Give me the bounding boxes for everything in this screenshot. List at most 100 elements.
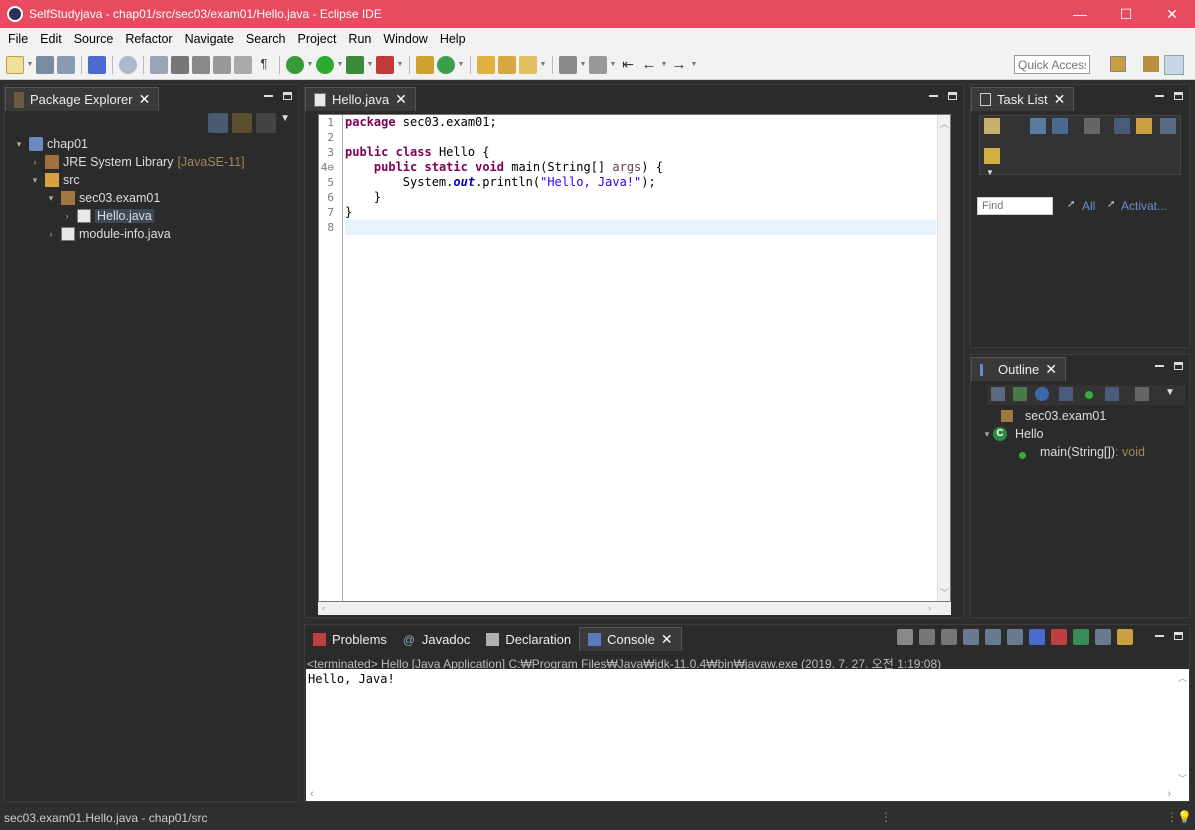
tree-item[interactable]: ▾ sec03.exam01 <box>5 189 298 207</box>
run-icon[interactable] <box>316 55 334 74</box>
chevron-right-icon[interactable]: › <box>61 211 73 221</box>
code-line[interactable] <box>345 220 936 235</box>
scheduled-icon[interactable] <box>1052 118 1068 134</box>
code-line[interactable]: } <box>345 205 936 220</box>
toggle-mark-icon[interactable] <box>150 55 168 74</box>
word-wrap-icon[interactable] <box>1007 629 1023 645</box>
tab-hello-java[interactable]: Hello.java ✕ <box>305 87 416 111</box>
tab-package-explorer[interactable]: Package Explorer ✕ <box>5 87 160 111</box>
open-type-icon[interactable] <box>477 55 495 74</box>
new-java-project-icon[interactable] <box>416 55 434 74</box>
external-tools-dropdown-icon[interactable]: ▼ <box>397 56 404 74</box>
maximize-view-icon[interactable] <box>1174 632 1183 640</box>
code-editor[interactable]: 1 2 3 4⊖ 5 6 7 8 package sec03.exam01; public cl… <box>318 114 951 602</box>
clear-console-icon[interactable] <box>963 629 979 645</box>
tab-outline[interactable]: Outline ✕ <box>971 357 1066 381</box>
focus-on-task-icon[interactable] <box>1135 387 1149 401</box>
tree-item[interactable]: › module-info.java <box>5 225 298 243</box>
minimize-view-icon[interactable] <box>929 95 938 97</box>
scroll-up-icon[interactable]: ︿ <box>1178 671 1187 684</box>
previous-annotation-dropdown-icon[interactable]: ▼ <box>610 56 617 74</box>
forward-dropdown-icon[interactable]: ▼ <box>691 56 698 74</box>
tab-problems[interactable]: Problems <box>305 627 395 651</box>
console-output-area[interactable]: Hello, Java! ︿ ﹀ ‹ › <box>306 669 1189 801</box>
view-menu-icon[interactable]: ▼ <box>1165 387 1175 398</box>
synchronize-icon[interactable] <box>1084 118 1100 134</box>
tree-item[interactable]: ▾ src <box>5 171 298 189</box>
outline-item[interactable]: ▾ C Hello <box>971 425 1189 443</box>
hide-completed-icon[interactable] <box>1114 118 1130 134</box>
code-line[interactable]: public static void main(String[] args) { <box>345 160 936 175</box>
collapse-all-icon[interactable] <box>991 387 1005 401</box>
block-selection-icon[interactable] <box>192 55 210 74</box>
back-dropdown-icon[interactable]: ▼ <box>661 56 668 74</box>
open-console-icon[interactable] <box>1117 629 1133 645</box>
lightbulb-icon[interactable]: 💡 <box>1177 810 1192 824</box>
scroll-up-icon[interactable]: ︿ <box>940 117 949 130</box>
debug-icon[interactable] <box>286 55 304 74</box>
save-icon[interactable] <box>36 55 54 74</box>
menu-source[interactable]: Source <box>68 32 120 46</box>
task-find-input[interactable] <box>977 197 1053 215</box>
code-line[interactable]: package sec03.exam01; <box>345 115 936 130</box>
new-dropdown-icon[interactable]: ▼ <box>27 56 34 74</box>
chevron-right-icon[interactable]: › <box>29 157 41 167</box>
close-tab-icon[interactable]: ✕ <box>139 91 151 108</box>
forward-arrow-icon[interactable]: → <box>670 56 688 74</box>
java-perspective-icon[interactable] <box>1164 55 1184 75</box>
menu-edit[interactable]: Edit <box>34 32 68 46</box>
close-tab-icon[interactable]: ✕ <box>395 91 407 108</box>
java-ee-perspective-icon[interactable] <box>1143 56 1159 72</box>
maximize-view-icon[interactable] <box>283 92 292 100</box>
show-on-stderr-icon[interactable] <box>1051 629 1067 645</box>
scroll-left-icon[interactable]: ‹ <box>322 603 325 613</box>
code-line[interactable]: } <box>345 190 936 205</box>
skip-breakpoints-icon[interactable] <box>119 55 137 74</box>
minimize-button[interactable]: — <box>1057 0 1103 28</box>
coverage-dropdown-icon[interactable]: ▼ <box>367 56 374 74</box>
task-filter-all[interactable]: All <box>1082 199 1095 213</box>
task-filter-activate[interactable]: Activat... <box>1121 199 1167 213</box>
categorized-icon[interactable] <box>1030 118 1046 134</box>
scroll-right-icon[interactable]: › <box>928 603 931 613</box>
menu-help[interactable]: Help <box>434 32 472 46</box>
sort-icon[interactable] <box>1013 387 1027 401</box>
new-task-icon[interactable] <box>984 118 1000 134</box>
quick-access-input[interactable] <box>1014 55 1090 74</box>
hide-non-public-icon[interactable] <box>1085 391 1093 399</box>
minimize-view-icon[interactable] <box>264 95 273 97</box>
menu-window[interactable]: Window <box>377 32 433 46</box>
save-all-icon[interactable] <box>57 55 75 74</box>
hide-fields-icon[interactable] <box>1035 387 1049 401</box>
scroll-right-icon[interactable]: › <box>1167 788 1171 800</box>
previous-annotation-icon[interactable] <box>589 55 607 74</box>
tab-declaration[interactable]: Declaration <box>478 627 579 651</box>
collapse-all-icon[interactable] <box>1160 118 1176 134</box>
new-java-class-icon[interactable] <box>437 55 455 74</box>
scroll-down-icon[interactable]: ﹀ <box>1178 772 1187 785</box>
pen-icon[interactable] <box>171 55 189 74</box>
external-tools-icon[interactable] <box>376 55 394 74</box>
horizontal-scrollbar[interactable]: ‹ › <box>318 602 951 615</box>
coverage-icon[interactable] <box>346 55 364 74</box>
pilcrow-icon[interactable]: ¶ <box>255 56 273 74</box>
chevron-down-icon[interactable]: ▾ <box>45 193 57 204</box>
open-perspective-icon[interactable] <box>1110 56 1126 72</box>
menu-navigate[interactable]: Navigate <box>179 32 240 46</box>
code-line[interactable]: System.out.println("Hello, Java!"); <box>345 175 936 190</box>
open-task-icon[interactable] <box>498 55 516 74</box>
terminal-icon[interactable] <box>88 55 106 74</box>
scroll-left-icon[interactable]: ‹ <box>310 788 314 800</box>
tree-item[interactable]: ▾ chap01 <box>5 135 298 153</box>
hide-static-icon[interactable] <box>1059 387 1073 401</box>
search-dropdown-icon[interactable]: ▼ <box>540 56 547 74</box>
tree-item[interactable]: › Hello.java <box>5 207 298 225</box>
menu-run[interactable]: Run <box>342 32 377 46</box>
focus-icon[interactable] <box>1136 118 1152 134</box>
maximize-button[interactable]: ☐ <box>1103 0 1149 28</box>
word-wrap-icon[interactable] <box>213 55 231 74</box>
scroll-lock-icon[interactable] <box>985 629 1001 645</box>
terminate-icon[interactable] <box>897 629 913 645</box>
maximize-view-icon[interactable] <box>1174 92 1183 100</box>
tab-javadoc[interactable]: @ Javadoc <box>395 627 478 651</box>
